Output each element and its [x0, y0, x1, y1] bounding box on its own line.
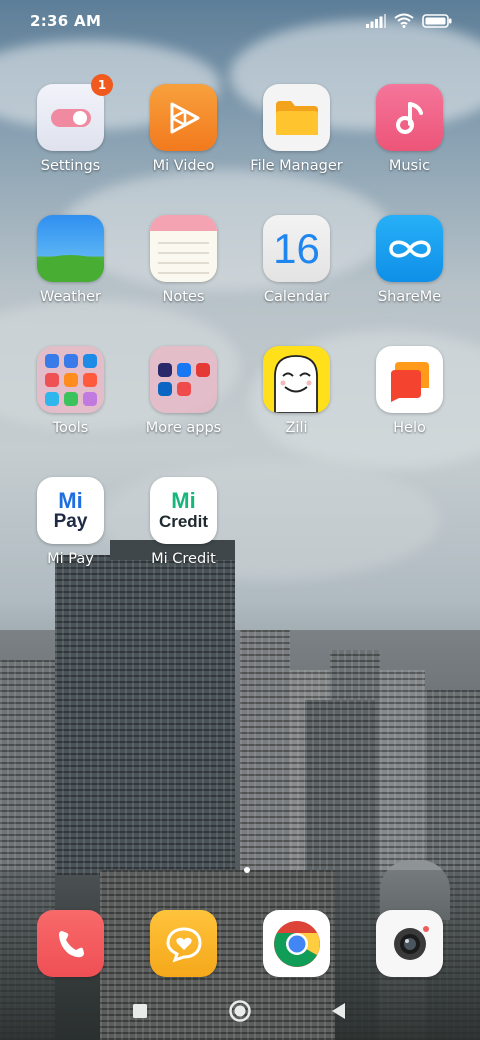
folder-more-apps-icon	[150, 346, 217, 413]
chat-bubbles-icon	[376, 346, 443, 413]
app-label: File Manager	[250, 158, 343, 174]
mi-pay-icon: Mi Pay	[37, 477, 104, 544]
dock-phone[interactable]	[14, 910, 127, 980]
calendar-date-number: 16	[273, 224, 320, 272]
home-button[interactable]	[228, 999, 252, 1023]
signal-icon	[366, 13, 386, 28]
camera-icon	[376, 910, 443, 977]
app-calendar[interactable]: 16 Calendar	[240, 215, 353, 335]
app-file-manager[interactable]: File Manager	[240, 84, 353, 204]
settings-toggle-icon: 1	[37, 74, 113, 151]
battery-icon	[422, 13, 452, 28]
app-folder-tools[interactable]: Tools	[14, 346, 127, 466]
app-helo[interactable]: Helo	[353, 346, 466, 466]
app-label: Helo	[393, 420, 426, 436]
notification-badge: 1	[91, 74, 113, 96]
mi-pay-logo-mi: Mi	[58, 487, 83, 513]
status-icons	[366, 13, 452, 28]
app-label: Notes	[162, 289, 205, 305]
clock: 2:36 AM	[30, 12, 102, 30]
app-label: More apps	[145, 420, 222, 436]
app-weather[interactable]: Weather	[14, 215, 127, 335]
dock-camera[interactable]	[353, 910, 466, 980]
app-label: ShareMe	[377, 289, 442, 305]
app-notes[interactable]: Notes	[127, 215, 240, 335]
weather-icon	[37, 215, 104, 282]
app-label: Calendar	[263, 289, 330, 305]
phone-icon	[37, 910, 104, 977]
app-label: Mi Credit	[151, 551, 216, 567]
play-icon	[150, 84, 217, 151]
infinity-icon	[376, 215, 443, 282]
app-zili[interactable]: Zili	[240, 346, 353, 466]
notes-icon	[150, 215, 217, 282]
app-label: Settings	[40, 158, 101, 174]
mi-credit-logo-mi: Mi	[171, 487, 196, 513]
app-label: Mi Video	[152, 158, 215, 174]
dock-chrome[interactable]	[240, 910, 353, 980]
music-note-icon	[376, 84, 443, 151]
app-shareme[interactable]: ShareMe	[353, 215, 466, 335]
app-label: Tools	[52, 420, 89, 436]
app-folder-more-apps[interactable]: More apps	[127, 346, 240, 466]
folder-tools-icon	[37, 346, 104, 413]
app-mi-credit[interactable]: Mi Credit Mi Credit	[127, 477, 240, 597]
mi-pay-logo-text: Pay	[53, 510, 88, 532]
app-label: Music	[388, 158, 431, 174]
mi-credit-logo-text: Credit	[158, 511, 209, 531]
wifi-icon	[394, 13, 414, 28]
mi-credit-icon: Mi Credit	[150, 477, 217, 544]
dock-messaging[interactable]	[127, 910, 240, 980]
app-settings[interactable]: 1 Settings	[14, 74, 127, 204]
zili-face-icon	[263, 346, 330, 413]
tower	[55, 555, 235, 875]
navigation-bar	[0, 990, 480, 1034]
status-bar: 2:36 AM	[0, 0, 480, 42]
recents-button[interactable]	[132, 1003, 148, 1019]
calendar-icon: 16	[263, 215, 330, 282]
app-music[interactable]: Music	[353, 84, 466, 204]
page-indicator-dot	[244, 867, 250, 873]
chrome-icon	[263, 910, 330, 977]
back-button[interactable]	[330, 1002, 346, 1020]
app-label: Mi Pay	[47, 551, 94, 567]
app-label: Weather	[39, 289, 102, 305]
folder-icon	[263, 84, 330, 151]
app-label: Zili	[285, 420, 308, 436]
app-mi-video[interactable]: Mi Video	[127, 84, 240, 204]
app-mi-pay[interactable]: Mi Pay Mi Pay	[14, 477, 127, 597]
message-heart-icon	[150, 910, 217, 977]
